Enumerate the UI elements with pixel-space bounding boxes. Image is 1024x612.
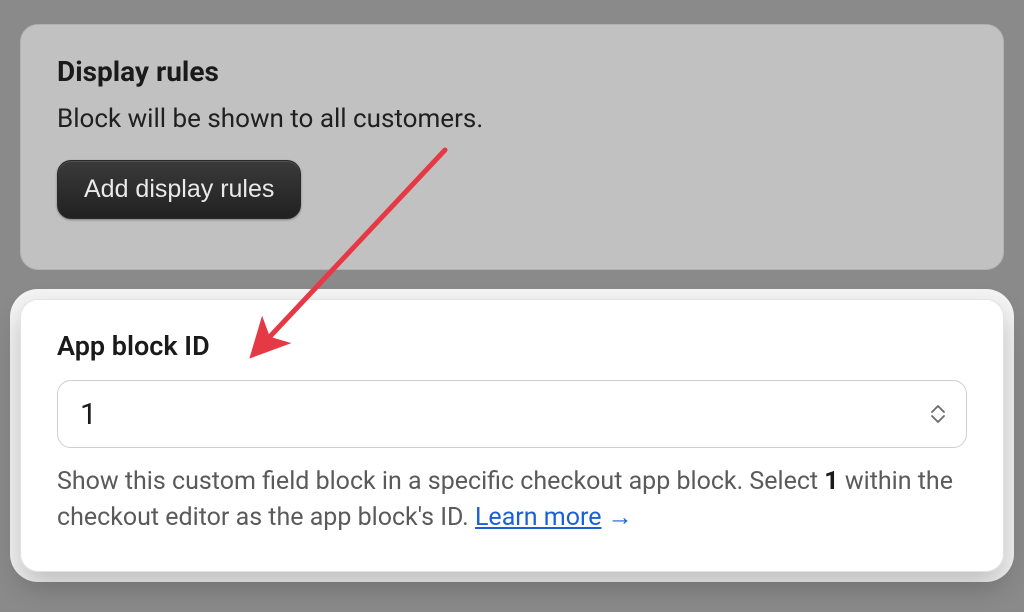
app-block-id-select[interactable]: 1 xyxy=(57,380,967,448)
help-text-bold: 1 xyxy=(824,467,838,496)
app-block-id-card: App block ID 1 Show this custom field bl… xyxy=(20,299,1004,572)
right-arrow-icon: → xyxy=(601,503,632,532)
add-display-rules-button[interactable]: Add display rules xyxy=(57,160,301,219)
app-block-id-title: App block ID xyxy=(57,330,967,362)
display-rules-description: Block will be shown to all customers. xyxy=(57,104,967,134)
display-rules-title: Display rules xyxy=(57,55,967,88)
app-block-id-selected-value: 1 xyxy=(80,397,97,432)
app-block-help-text: Show this custom field block in a specif… xyxy=(57,464,967,537)
help-text-part1: Show this custom field block in a specif… xyxy=(57,467,824,496)
app-block-id-select-wrap: 1 xyxy=(57,380,967,448)
learn-more-link[interactable]: Learn more xyxy=(475,503,601,532)
display-rules-card: Display rules Block will be shown to all… xyxy=(20,24,1004,270)
